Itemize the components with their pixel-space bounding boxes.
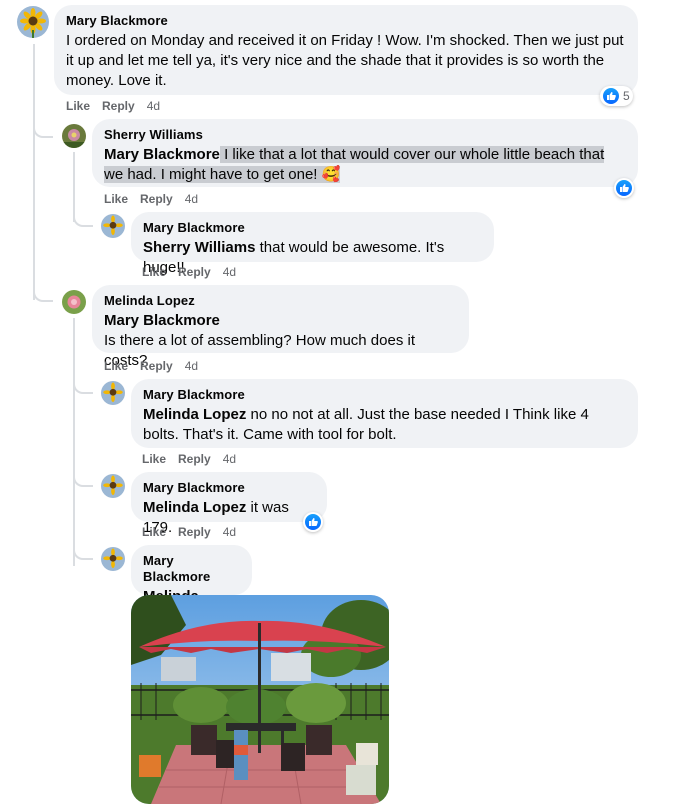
reply-button[interactable]: Reply — [140, 359, 173, 373]
mention-link[interactable]: Melinda Lopez — [143, 406, 246, 423]
comment-author[interactable]: Mary Blackmore — [66, 13, 626, 29]
reply-button[interactable]: Reply — [178, 525, 211, 539]
comment-author[interactable]: Sherry Williams — [104, 127, 626, 143]
reply-button[interactable]: Reply — [140, 192, 173, 206]
comment-bubble: Mary Blackmore Sherry Williams that woul… — [131, 212, 494, 276]
like-reaction-icon — [616, 180, 632, 196]
avatar-sunflower[interactable] — [101, 547, 125, 571]
timestamp[interactable]: 4d — [223, 525, 236, 539]
comment-bubble: Melinda Lopez Mary Blackmore Is there a … — [92, 285, 469, 369]
mention-link[interactable]: Mary Blackmore — [104, 146, 220, 163]
thread-curve — [33, 116, 53, 138]
comment-text: Mary Blackmore I like that a lot that wo… — [104, 145, 626, 185]
like-button[interactable]: Like — [66, 99, 90, 113]
comment-author[interactable]: Mary Blackmore — [143, 220, 482, 236]
thread-line-main — [33, 44, 35, 300]
reply-button[interactable]: Reply — [178, 452, 211, 466]
mention-link[interactable]: Melinda Lopez — [143, 499, 246, 516]
like-button[interactable]: Like — [142, 452, 166, 466]
attached-photo-umbrella-patio[interactable] — [131, 595, 389, 804]
thread-curve — [73, 205, 93, 227]
timestamp[interactable]: 4d — [223, 452, 236, 466]
like-button[interactable]: Like — [142, 525, 166, 539]
avatar-sunflower[interactable] — [101, 214, 125, 238]
mention-link[interactable]: Mary Blackmore — [104, 311, 457, 331]
comment-actions: Like Reply 4d — [104, 191, 210, 207]
comment-author[interactable]: Melinda Lopez — [104, 293, 457, 309]
avatar-flower[interactable] — [62, 124, 86, 148]
thread-curve — [73, 538, 93, 560]
mention-link[interactable]: Sherry Williams — [143, 239, 255, 256]
avatar-sunflower[interactable] — [17, 6, 49, 38]
comment-bubble: Mary Blackmore Melinda Lopez no no not a… — [131, 379, 638, 448]
comment-actions: Like Reply 4d — [142, 451, 248, 467]
thread-line-sub — [73, 318, 75, 566]
reply-button[interactable]: Reply — [178, 265, 211, 279]
like-button[interactable]: Like — [104, 192, 128, 206]
reaction-count[interactable]: 5 — [600, 86, 633, 106]
comment-bubble: Mary Blackmore Melinda Lopez it was 179. — [131, 472, 327, 536]
comment-bubble: Sherry Williams Mary Blackmore I like th… — [92, 119, 638, 187]
like-button[interactable]: Like — [142, 265, 166, 279]
comment-actions: Like Reply 4d — [104, 358, 210, 374]
like-button[interactable]: Like — [104, 359, 128, 373]
comment-bubble: Mary Blackmore Melinda Lopez — [131, 545, 252, 625]
comment-bubble: Mary Blackmore I ordered on Monday and r… — [54, 5, 638, 95]
reaction-badge[interactable] — [303, 512, 323, 532]
avatar-sunflower[interactable] — [101, 381, 125, 405]
avatar-rose[interactable] — [62, 290, 86, 314]
timestamp[interactable]: 4d — [185, 192, 198, 206]
avatar-sunflower[interactable] — [101, 474, 125, 498]
timestamp[interactable]: 4d — [223, 265, 236, 279]
timestamp[interactable]: 4d — [185, 359, 198, 373]
comment-text: Melinda Lopez no no not at all. Just the… — [143, 405, 626, 445]
like-reaction-icon — [305, 514, 321, 530]
comment-actions: Like Reply 4d — [142, 264, 248, 280]
comment-text: I ordered on Monday and received it on F… — [66, 32, 624, 89]
comment-author[interactable]: Mary Blackmore — [143, 553, 240, 585]
reaction-count-value: 5 — [623, 89, 630, 103]
thread-curve — [33, 280, 53, 302]
comment-actions: Like Reply 4d — [142, 524, 248, 540]
thread-curve — [73, 372, 93, 394]
like-reaction-icon — [603, 88, 619, 104]
reply-button[interactable]: Reply — [102, 99, 135, 113]
comment-actions: Like Reply 4d — [66, 98, 172, 114]
timestamp[interactable]: 4d — [147, 99, 160, 113]
thread-curve — [73, 465, 93, 487]
comment-author[interactable]: Mary Blackmore — [143, 387, 626, 403]
reaction-badge[interactable] — [614, 178, 634, 198]
comment-author[interactable]: Mary Blackmore — [143, 480, 315, 496]
